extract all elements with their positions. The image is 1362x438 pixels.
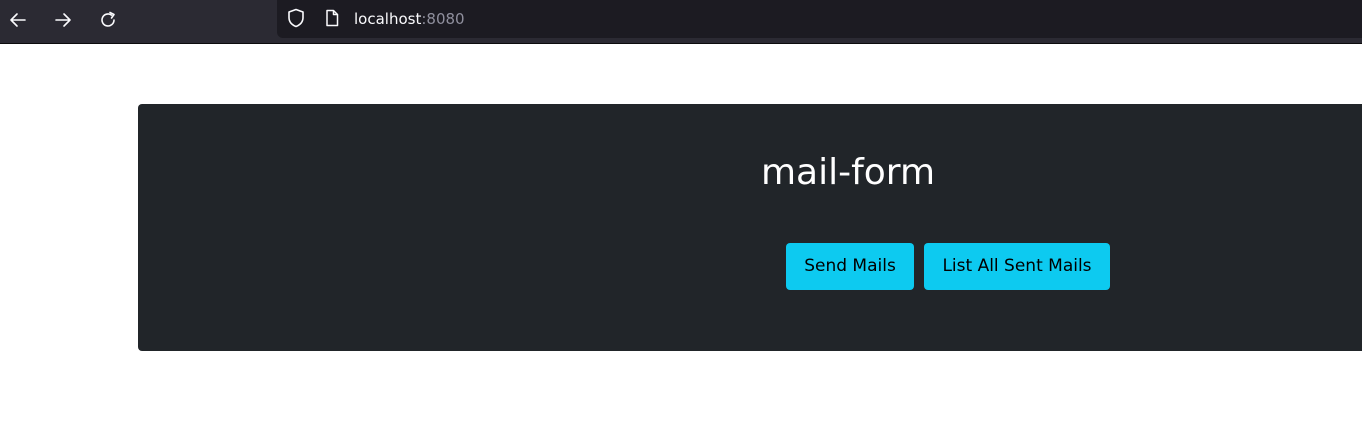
reload-icon [101, 11, 115, 27]
back-button[interactable] [4, 6, 32, 34]
browser-toolbar: localhost:8080 [0, 0, 1362, 44]
arrow-right-icon [55, 13, 71, 27]
page-title: mail-form [760, 152, 936, 193]
arrow-left-icon [10, 13, 26, 27]
reload-button[interactable] [94, 6, 122, 34]
url-bar[interactable]: localhost:8080 [277, 0, 1362, 38]
list-sent-mails-button[interactable]: List All Sent Mails [924, 243, 1110, 290]
page-icon[interactable] [324, 9, 340, 27]
url-text[interactable]: localhost:8080 [354, 9, 465, 29]
url-host: localhost [354, 10, 422, 28]
header-panel: mail-form Send Mails List All Sent Mails [138, 104, 1362, 351]
forward-button[interactable] [49, 6, 77, 34]
url-port: :8080 [421, 10, 465, 28]
send-mails-button[interactable]: Send Mails [786, 243, 914, 290]
shield-icon[interactable] [287, 8, 305, 28]
